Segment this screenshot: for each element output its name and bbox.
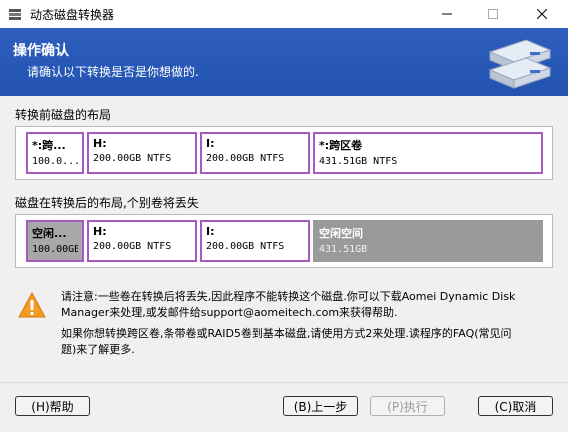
info-line: 如果你想转换跨区卷,条带卷或RAID5卷到基本磁盘,请使用方式2来处理.读程序的… [61,327,512,340]
header-banner: 操作确认 请确认以下转换是否是你想做的. [0,28,568,96]
before-partition[interactable]: *:跨... 100.0... [26,132,84,174]
partition-name: H: [93,225,107,238]
partition-name: 空闲... [32,227,67,240]
footer-divider [0,382,568,383]
after-partition-free[interactable]: 空闲... 100.00GB [26,220,84,262]
app-disk-icon [9,9,21,20]
before-partition[interactable]: H: 200.00GB NTFS [87,132,197,174]
partition-size: 431.51GB [319,244,368,255]
partition-name: 空闲空间 [319,227,363,240]
partition-size: 431.51GB NTFS [319,156,398,167]
partition-size: 100.00GB [32,244,78,255]
disk-drives-icon [488,39,552,89]
partition-name: I: [206,137,215,150]
before-layout-label: 转换前磁盘的布局 [15,108,112,122]
minimize-button[interactable] [424,0,470,28]
execute-button[interactable]: (P)执行 [370,396,445,416]
content-area: 转换前磁盘的布局 *:跨... 100.0... H: 200.00GB NTF… [0,96,568,432]
warning-note: 请注意:一些卷在转换后将丢失,因此程序不能转换这个磁盘.你可以下载Aomei D… [61,289,541,321]
partition-name: H: [93,137,107,150]
cancel-button[interactable]: (C)取消 [478,396,553,416]
partition-size: 200.00GB NTFS [93,153,172,164]
after-disk-panel: 空闲... 100.00GB H: 200.00GB NTFS I: 200.0… [15,214,553,268]
partition-name: *:跨区卷 [319,139,363,152]
title-bar: 动态磁盘转换器 [0,0,568,28]
warning-line: Manager来处理,或发邮件给support@aomeitech.com来获得… [61,306,398,319]
banner-title: 操作确认 [13,43,69,59]
warning-line: 请注意:一些卷在转换后将丢失,因此程序不能转换这个磁盘.你可以下载Aomei D… [61,290,516,303]
maximize-icon [488,9,498,19]
after-layout-label: 磁盘在转换后的布局,个别卷将丢失 [15,196,199,210]
partition-size: 200.00GB NTFS [206,153,285,164]
back-button[interactable]: (B)上一步 [283,396,358,416]
before-partition[interactable]: *:跨区卷 431.51GB NTFS [313,132,543,174]
after-partition[interactable]: H: 200.00GB NTFS [87,220,197,262]
before-partition[interactable]: I: 200.00GB NTFS [200,132,310,174]
after-partition[interactable]: I: 200.00GB NTFS [200,220,310,262]
partition-size: 100.0... [32,156,78,167]
partition-name: *:跨... [32,139,66,152]
maximize-button[interactable] [470,0,516,28]
partition-name: I: [206,225,215,238]
help-button[interactable]: (H)帮助 [15,396,90,416]
info-line: 题)来了解更多. [61,343,135,356]
partition-size: 200.00GB NTFS [206,241,285,252]
close-icon [537,9,547,19]
window-title: 动态磁盘转换器 [30,8,115,22]
warning-icon [18,292,46,318]
after-partition-free[interactable]: 空闲空间 431.51GB [313,220,543,262]
before-disk-panel: *:跨... 100.0... H: 200.00GB NTFS I: 200.… [15,126,553,180]
partition-size: 200.00GB NTFS [93,241,172,252]
banner-subtitle: 请确认以下转换是否是你想做的. [27,65,199,79]
close-button[interactable] [516,0,568,28]
info-note: 如果你想转换跨区卷,条带卷或RAID5卷到基本磁盘,请使用方式2来处理.读程序的… [61,326,541,358]
minimize-icon [442,13,452,15]
